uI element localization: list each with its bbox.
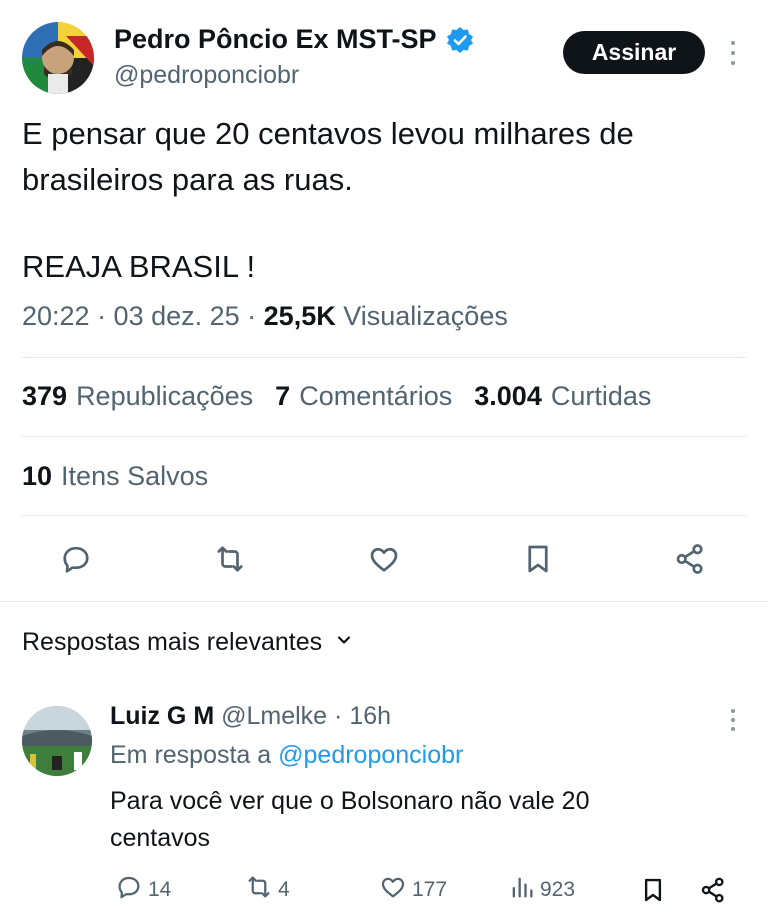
section-divider [0, 601, 768, 602]
views-count: 25,5K [263, 301, 336, 331]
reply-to-handle[interactable]: @pedroponciobr [278, 741, 463, 769]
repost-icon [244, 872, 274, 908]
reply-icon[interactable] [54, 537, 98, 581]
reply-comment-button[interactable]: 14 [114, 872, 171, 908]
reposts-label: Republicações [76, 381, 254, 411]
comments-stat[interactable]: 7 Comentários [275, 381, 452, 412]
reply-like-count: 177 [412, 878, 448, 901]
reply-comment-count: 14 [148, 878, 172, 901]
post-text-line: brasileiros para as ruas. [22, 162, 353, 197]
saved-label: Itens Salvos [61, 461, 209, 491]
reply-icon [114, 872, 144, 908]
saved-count: 10 [22, 461, 53, 491]
divider [22, 357, 746, 358]
reply-timestamp[interactable]: · 16h [334, 702, 391, 730]
reply-action-bar: 14 4 177 923 [110, 872, 740, 908]
reply-text: Para você ver que o Bolsonaro não vale 2… [110, 783, 589, 857]
reply-repost-count: 4 [278, 878, 290, 901]
reply-share-icon[interactable] [698, 872, 728, 908]
reply-views-count: 923 [540, 878, 576, 901]
likes-label: Curtidas [550, 381, 652, 411]
likes-count: 3.004 [474, 381, 542, 411]
comments-count: 7 [275, 381, 291, 411]
post-text: E pensar que 20 centavos levou milhares … [22, 111, 742, 290]
reply-bookmark-icon[interactable] [638, 872, 668, 908]
subscribe-button[interactable]: Assinar [563, 31, 705, 74]
engagement-stats: 379 Republicações 7 Comentários 3.004 Cu… [22, 381, 673, 412]
chevron-down-icon [334, 628, 354, 657]
replies-sort-label: Respostas mais relevantes [22, 628, 323, 656]
reposts-stat[interactable]: 379 Republicações [22, 381, 253, 412]
post-text-line: E pensar que 20 centavos levou milhares … [22, 116, 634, 151]
post-text-line: REAJA BRASIL ! [22, 249, 256, 284]
post-meta: 20:22 · 03 dez. 25 · 25,5K Visualizações [22, 301, 508, 332]
author-name[interactable]: Pedro Pôncio Ex MST-SP [114, 24, 475, 55]
reply-to-label: Em resposta a [110, 741, 272, 769]
saved-stat[interactable]: 10 Itens Salvos [22, 461, 208, 492]
reply-repost-button[interactable]: 4 [244, 872, 290, 908]
reply-text-line: centavos [110, 824, 211, 852]
reply-context: Em resposta a @pedroponciobr [110, 741, 463, 770]
author-name-text[interactable]: Pedro Pôncio Ex MST-SP [114, 24, 437, 55]
views-icon [508, 873, 536, 907]
repost-icon[interactable] [208, 537, 252, 581]
divider [22, 515, 746, 516]
reposts-count: 379 [22, 381, 68, 411]
reply-text-line: Para você ver que o Bolsonaro não vale 2… [110, 787, 590, 815]
post-action-bar [22, 537, 746, 581]
likes-stat[interactable]: 3.004 Curtidas [474, 381, 651, 412]
reply-views-button[interactable]: 923 [508, 872, 575, 908]
views-label: Visualizações [343, 301, 508, 331]
comments-label: Comentários [299, 381, 453, 411]
verified-badge-icon [445, 25, 475, 55]
author-handle[interactable]: @pedroponciobr [114, 61, 299, 90]
reply-author-avatar[interactable] [22, 706, 92, 776]
bookmark-icon[interactable] [516, 537, 560, 581]
more-options-icon[interactable] [722, 36, 744, 70]
post-timestamp[interactable]: 20:22 · 03 dez. 25 · [22, 301, 264, 331]
divider [22, 436, 746, 437]
reply-author-name[interactable]: Luiz G M [110, 702, 214, 730]
reply-more-options-icon[interactable] [722, 705, 744, 735]
reply-like-button[interactable]: 177 [378, 872, 447, 908]
replies-sort-selector[interactable]: Respostas mais relevantes [22, 628, 354, 657]
share-icon[interactable] [668, 537, 712, 581]
reply-header: Luiz G M @Lmelke · 16h [110, 702, 391, 731]
like-icon[interactable] [362, 537, 406, 581]
reply-author-handle[interactable]: @Lmelke [221, 702, 327, 730]
like-icon [378, 872, 408, 908]
author-avatar[interactable] [22, 22, 94, 94]
